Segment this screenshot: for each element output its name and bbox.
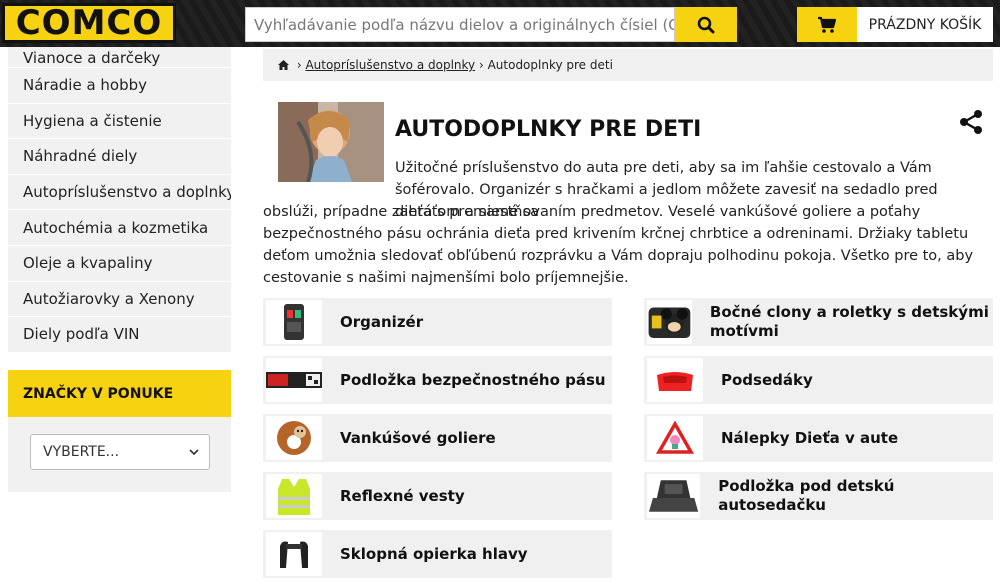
subcategory-label: Reflexné vesty — [340, 486, 465, 505]
search-button[interactable] — [675, 7, 737, 42]
share-icon — [960, 110, 982, 134]
sidebar-item-autochemia[interactable]: Autochémia a kozmetika — [8, 210, 231, 246]
subcategory-nalepky[interactable]: Nálepky Dieťa v aute — [644, 414, 993, 462]
breadcrumb-link[interactable]: Autopríslušenstvo a doplnky — [305, 58, 475, 72]
belt-pad-image — [266, 358, 322, 402]
subcategory-label: Bočné clony a roletky s detskými motívmi — [709, 303, 989, 340]
sunshade-image — [647, 300, 692, 344]
subcategory-podlozka-autosedacka[interactable]: Podložka pod detskú autosedačku — [644, 472, 993, 520]
cart-icon — [818, 16, 837, 33]
seat-protector-image — [647, 474, 701, 518]
subcategory-label: Sklopná opierka hlavy — [340, 544, 528, 563]
subcategory-label: Podložka bezpečnostného pásu — [340, 370, 606, 389]
subcategory-reflexne-vesty[interactable]: Reflexné vesty — [263, 472, 612, 520]
sidebar-categories: Vianoce a darčeky Náradie a hobby Hygien… — [8, 47, 231, 353]
subcategory-label: Organizér — [340, 312, 424, 331]
sidebar-item-hygiena[interactable]: Hygiena a čistenie — [8, 103, 231, 140]
sidebar-item-diely-vin[interactable]: Diely podľa VIN — [8, 317, 231, 353]
brands-select[interactable]: VYBERTE... — [30, 434, 210, 470]
vest-image — [266, 474, 322, 518]
cart-button[interactable] — [797, 7, 857, 42]
organizer-image — [266, 300, 322, 344]
sidebar-item-autoprislusenstvo[interactable]: Autopríslušenstvo a doplnky — [8, 174, 231, 211]
subcategory-label: Vankúšové goliere — [340, 428, 496, 447]
search-input[interactable]: Vyhľadávanie podľa názvu dielov a origin… — [245, 7, 675, 42]
brands-select-value: VYBERTE... — [43, 444, 120, 460]
subcategory-organizer[interactable]: Organizér — [263, 298, 612, 346]
subcategory-sklopna-opierka[interactable]: Sklopná opierka hlavy — [263, 530, 612, 578]
sidebar-item-naradie[interactable]: Náradie a hobby — [8, 68, 231, 104]
sidebar-item-autoziarovky[interactable]: Autožiarovky a Xenony — [8, 281, 231, 318]
top-header: COMCO Vyhľadávanie podľa názvu dielov a … — [0, 0, 1000, 47]
category-description-bottom: obslúži, prípadne zahrá s premiestňovaní… — [263, 204, 974, 286]
breadcrumb-current: Autodoplnky pre deti — [487, 58, 613, 72]
brands-title: ZNAČKY V PONUKE — [8, 370, 231, 417]
sidebar-item-oleje[interactable]: Oleje a kvapaliny — [8, 245, 231, 282]
breadcrumb: › Autopríslušenstvo a doplnky › Autodopl… — [263, 49, 993, 81]
booster-seat-image — [647, 358, 703, 402]
subcategory-bocne-clony[interactable]: Bočné clony a roletky s detskými motívmi — [644, 298, 993, 346]
subcategory-podlozka-pasu[interactable]: Podložka bezpečnostného pásu — [263, 356, 612, 404]
page-title: AUTODOPLNKY PRE DETI — [395, 117, 702, 142]
search-icon — [697, 16, 715, 33]
sticker-image — [647, 416, 703, 460]
brands-panel: ZNAČKY V PONUKE VYBERTE... — [8, 370, 231, 492]
subcategory-label: Podložka pod detskú autosedačku — [718, 477, 895, 514]
cart-label[interactable]: PRÁZDNY KOŠÍK — [857, 7, 993, 42]
logo[interactable]: COMCO — [2, 3, 176, 43]
sidebar-item-vianoce[interactable]: Vianoce a darčeky — [8, 47, 231, 68]
subcategory-label: Podsedáky — [721, 370, 813, 389]
subcategory-label: Nálepky Dieťa v aute — [721, 428, 899, 447]
headrest-image — [266, 532, 322, 576]
sidebar-item-nahradne-diely[interactable]: Náhradné diely — [8, 139, 231, 175]
category-image — [278, 102, 384, 182]
breadcrumb-separator: › — [475, 58, 488, 72]
share-button[interactable] — [958, 109, 984, 135]
subcategory-podsedaky[interactable]: Podsedáky — [644, 356, 993, 404]
breadcrumb-separator: › — [293, 58, 306, 72]
chevron-down-icon — [189, 448, 199, 455]
home-icon[interactable] — [278, 60, 289, 70]
subcategory-vankusove-goliere[interactable]: Vankúšové goliere — [263, 414, 612, 462]
neck-pillow-image — [266, 416, 322, 460]
